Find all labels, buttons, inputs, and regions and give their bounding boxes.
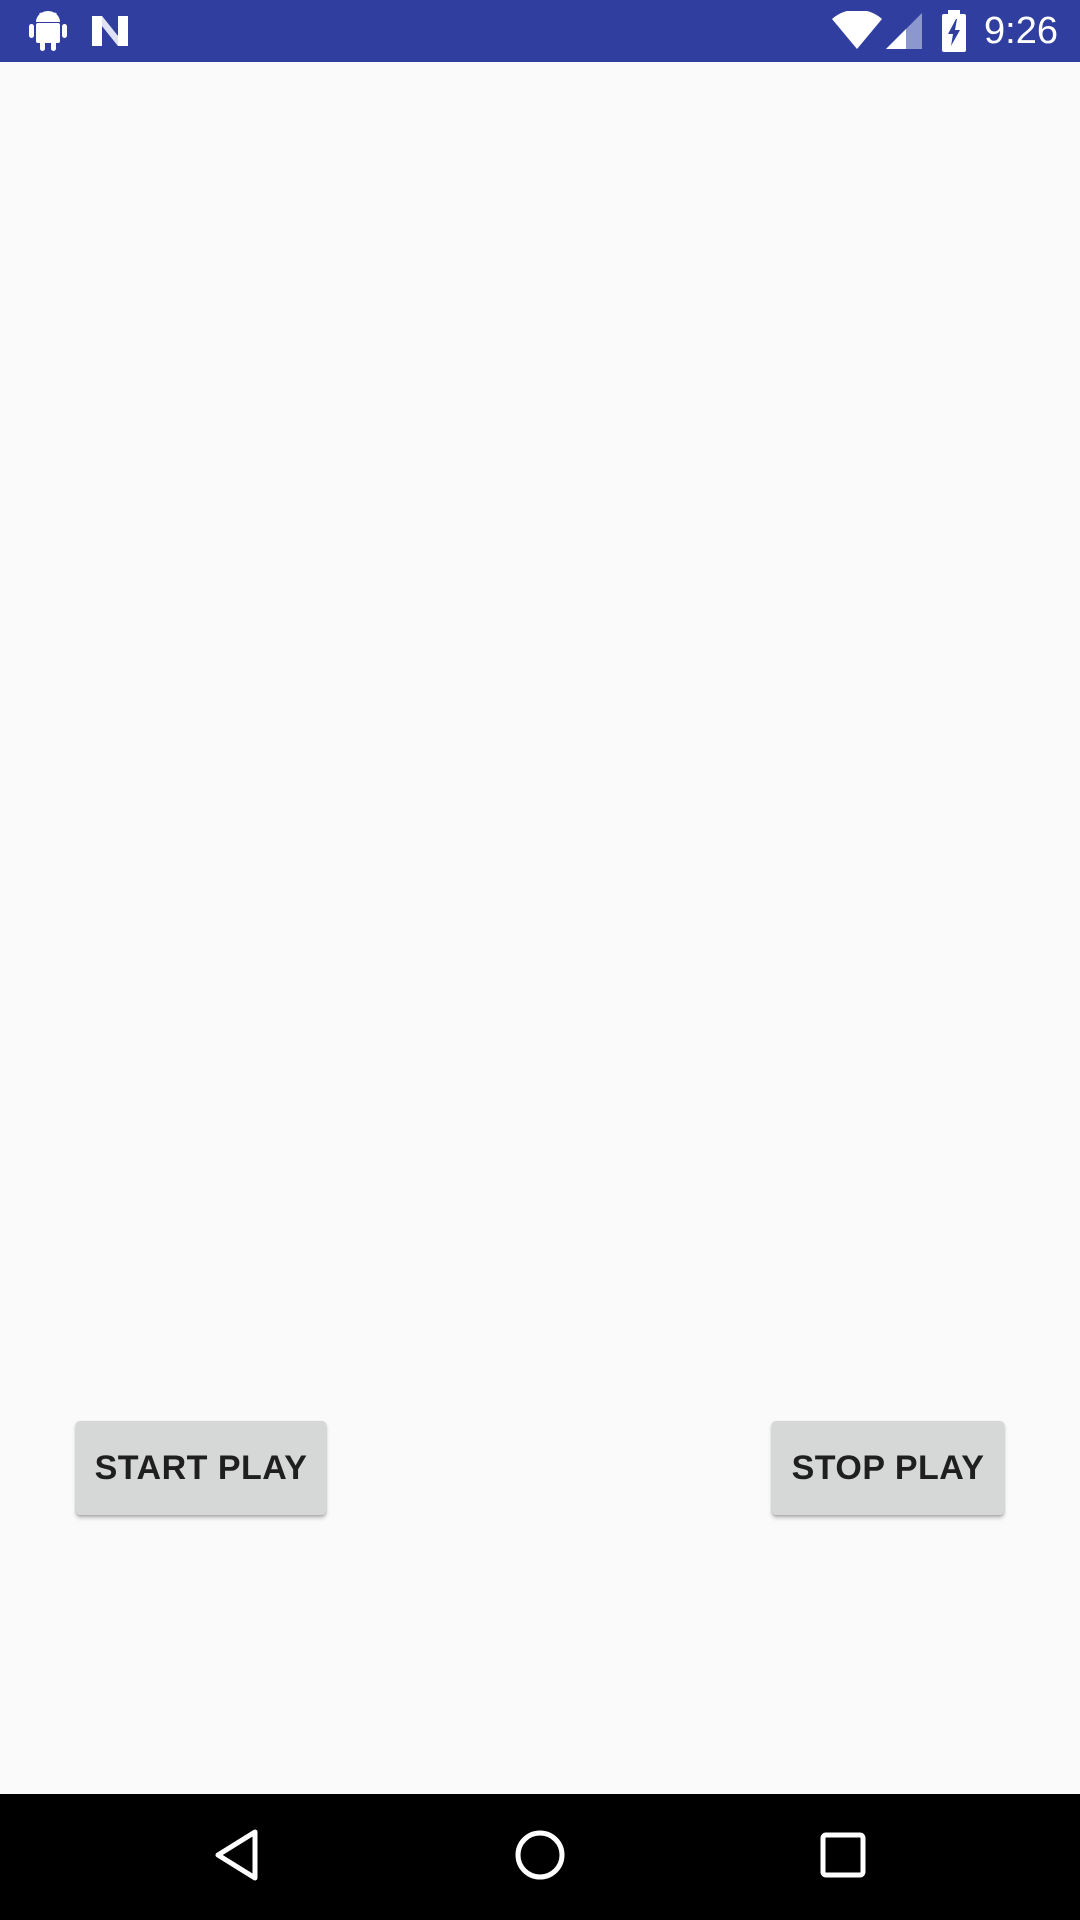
back-icon	[213, 1828, 261, 1887]
recents-button[interactable]	[780, 1794, 906, 1920]
status-time: 9:26	[984, 10, 1058, 52]
start-play-button[interactable]: START PLAY	[76, 1421, 326, 1515]
home-icon	[513, 1828, 567, 1887]
battery-charging-icon	[940, 0, 968, 62]
stop-play-button[interactable]: STOP PLAY	[772, 1421, 1004, 1515]
cell-signal-icon	[884, 0, 924, 62]
wifi-icon	[832, 0, 882, 62]
android-icon	[28, 0, 68, 62]
status-bar: 9:26	[0, 0, 1080, 62]
back-button[interactable]	[174, 1794, 300, 1920]
navigation-bar	[0, 1794, 1080, 1920]
recents-icon	[819, 1831, 867, 1884]
main-content	[0, 62, 1080, 1794]
home-button[interactable]	[477, 1794, 603, 1920]
n-notification-icon	[90, 0, 130, 62]
